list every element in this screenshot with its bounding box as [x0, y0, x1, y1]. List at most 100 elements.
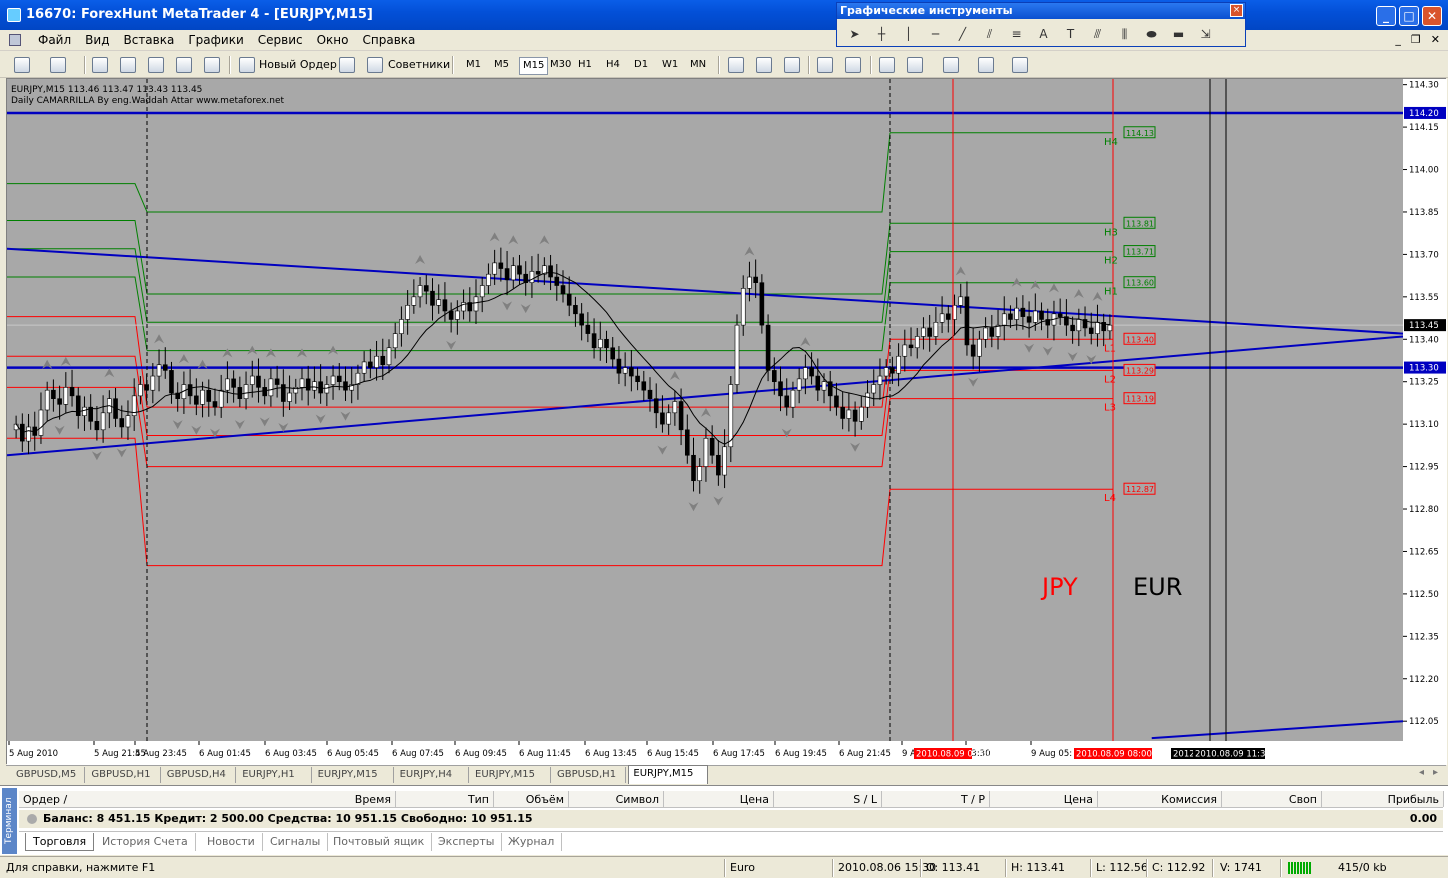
ellipse-tool-icon[interactable]: ⬬ — [1138, 24, 1165, 44]
new-order-button[interactable]: Новый Ордер — [259, 55, 337, 75]
equidistant-channel-icon[interactable]: ⫽ — [976, 24, 1003, 44]
crosshair-tool-icon[interactable]: ┼ — [868, 24, 895, 44]
horizontal-line-tool-icon[interactable]: ─ — [922, 24, 949, 44]
candle-body — [821, 381, 827, 391]
fibonacci-tool-icon[interactable]: ≡ — [1003, 24, 1030, 44]
chart-tab-7[interactable]: GBPUSD,H1 — [553, 767, 627, 783]
balance-row[interactable]: Баланс: 8 451.15 Кредит: 2 500.00 Средст… — [19, 810, 1443, 828]
templates-icon[interactable] — [1012, 57, 1028, 73]
timeframe-w1[interactable]: W1 — [659, 57, 681, 73]
terminal-tab-2[interactable]: Новости — [200, 833, 263, 851]
column-header-5[interactable]: Цена — [740, 793, 769, 806]
zoom-out-icon[interactable] — [845, 57, 861, 73]
column-header-4[interactable]: Символ — [616, 793, 659, 806]
minimize-button[interactable]: _ — [1376, 6, 1396, 26]
column-header-9[interactable]: Комиссия — [1161, 793, 1217, 806]
mdi-minimize-icon[interactable]: _ — [1395, 33, 1401, 46]
column-header-11[interactable]: Прибыль — [1388, 793, 1439, 806]
column-header-10[interactable]: Своп — [1289, 793, 1317, 806]
navigator-icon[interactable] — [148, 57, 164, 73]
menu-item-6[interactable]: Справка — [356, 33, 423, 47]
cursor-tool-icon[interactable]: ➤ — [841, 24, 868, 44]
close-button[interactable]: ✕ — [1422, 6, 1442, 26]
terminal-tab-1[interactable]: История Счета — [95, 833, 196, 851]
indicators-icon[interactable] — [943, 57, 959, 73]
vertical-line-tool-icon[interactable]: │ — [895, 24, 922, 44]
autoscroll-icon[interactable] — [879, 57, 895, 73]
chart-tab-1[interactable]: GBPUSD,H1 — [87, 767, 161, 783]
rectangle-tool-icon[interactable]: ▬ — [1165, 24, 1192, 44]
advisors-button[interactable]: Советники — [388, 55, 450, 75]
document-icon[interactable] — [9, 34, 21, 46]
menu-item-0[interactable]: Файл — [31, 33, 78, 47]
menu-item-4[interactable]: Сервис — [251, 33, 310, 47]
chart-tab-6[interactable]: EURJPY,M15 — [471, 767, 551, 783]
column-header-7[interactable]: T / P — [961, 793, 985, 806]
tabs-scroll-left-icon[interactable]: ◂ — [1419, 767, 1424, 778]
trendline-tool-icon[interactable]: ╱ — [949, 24, 976, 44]
column-header-6[interactable]: S / L — [853, 793, 877, 806]
timeframe-m5[interactable]: M5 — [491, 57, 512, 73]
timeframe-h1[interactable]: H1 — [575, 57, 595, 73]
data-window-icon[interactable] — [120, 57, 136, 73]
chart-shift-icon[interactable] — [907, 57, 923, 73]
chart-tab-2[interactable]: GBPUSD,H4 — [163, 767, 237, 783]
chart-tab-4[interactable]: EURJPY,M15 — [314, 767, 394, 783]
price-chart[interactable]: H4 114.13 H3 113.81 H2 113.71 H1 113.60 L1 113.40… — [7, 79, 1447, 765]
terminal-tab-6[interactable]: Журнал — [501, 833, 563, 851]
new-order-icon[interactable] — [239, 57, 255, 73]
time-tick-label: 6 Aug 13:45 — [585, 749, 637, 759]
line-chart-icon[interactable] — [784, 57, 800, 73]
new-chart-icon[interactable] — [14, 57, 30, 73]
advisors-icon[interactable] — [367, 57, 383, 73]
timeframe-m30[interactable]: M30 — [547, 57, 574, 73]
menu-item-3[interactable]: Графики — [181, 33, 250, 47]
column-header-0[interactable]: Ордер / — [23, 793, 67, 806]
timeframe-mn[interactable]: MN — [687, 57, 709, 73]
column-header-8[interactable]: Цена — [1064, 793, 1093, 806]
bar-chart-icon[interactable] — [728, 57, 744, 73]
terminal-tab-3[interactable]: Сигналы — [263, 833, 329, 851]
chart-tab-8[interactable]: EURJPY,M15 — [628, 765, 709, 784]
fibo-arcs-icon[interactable]: ⫼ — [1111, 24, 1138, 44]
column-header-2[interactable]: Тип — [468, 793, 489, 806]
market-watch-icon[interactable] — [92, 57, 108, 73]
text-label-tool-icon[interactable]: T — [1057, 24, 1084, 44]
timeframe-m1[interactable]: M1 — [463, 57, 484, 73]
terminal-side-label[interactable]: Терминал — [2, 788, 17, 854]
text-tool-icon[interactable]: A — [1030, 24, 1057, 44]
column-header-3[interactable]: Объём — [526, 793, 564, 806]
candle-body — [1070, 324, 1075, 332]
chart-tab-3[interactable]: EURJPY,H1 — [238, 767, 312, 783]
eur-label: EUR — [1133, 573, 1182, 601]
mdi-restore-icon[interactable]: ❐ — [1411, 33, 1421, 46]
chart-tab-0[interactable]: GBPUSD,M5 — [12, 767, 86, 783]
column-header-1[interactable]: Время — [355, 793, 391, 806]
chart-tab-5[interactable]: EURJPY,H4 — [396, 767, 469, 783]
periods-icon[interactable] — [978, 57, 994, 73]
terminal-tab-0[interactable]: Торговля — [25, 833, 95, 851]
tabs-scroll-right-icon[interactable]: ▸ — [1433, 767, 1438, 778]
strategy-tester-icon[interactable] — [204, 57, 220, 73]
terminal-icon[interactable] — [176, 57, 192, 73]
candlestick-icon[interactable] — [756, 57, 772, 73]
menu-item-1[interactable]: Вид — [78, 33, 116, 47]
candle-body — [13, 423, 19, 431]
maximize-button[interactable]: □ — [1399, 6, 1419, 26]
timeframe-m15[interactable]: M15 — [519, 57, 549, 75]
status-profile[interactable]: Euro — [730, 860, 755, 876]
mdi-close-icon[interactable]: ✕ — [1431, 33, 1440, 46]
menu-item-5[interactable]: Окно — [310, 33, 356, 47]
chart-window[interactable]: H4 114.13 H3 113.81 H2 113.71 H1 113.60 L1 113.40… — [6, 78, 1447, 765]
timeframe-d1[interactable]: D1 — [631, 57, 651, 73]
timeframe-h4[interactable]: H4 — [603, 57, 623, 73]
metaeditor-icon[interactable] — [339, 57, 355, 73]
menu-item-2[interactable]: Вставка — [116, 33, 181, 47]
terminal-tab-4[interactable]: Почтовый ящик — [326, 833, 433, 851]
profiles-icon[interactable] — [50, 57, 66, 73]
zoom-in-icon[interactable] — [817, 57, 833, 73]
terminal-tab-5[interactable]: Эксперты — [431, 833, 503, 851]
palette-close-button[interactable]: × — [1230, 4, 1243, 17]
arrows-tool-icon[interactable]: ⇲ — [1192, 24, 1219, 44]
fibo-fan-icon[interactable]: ⫻ — [1084, 24, 1111, 44]
